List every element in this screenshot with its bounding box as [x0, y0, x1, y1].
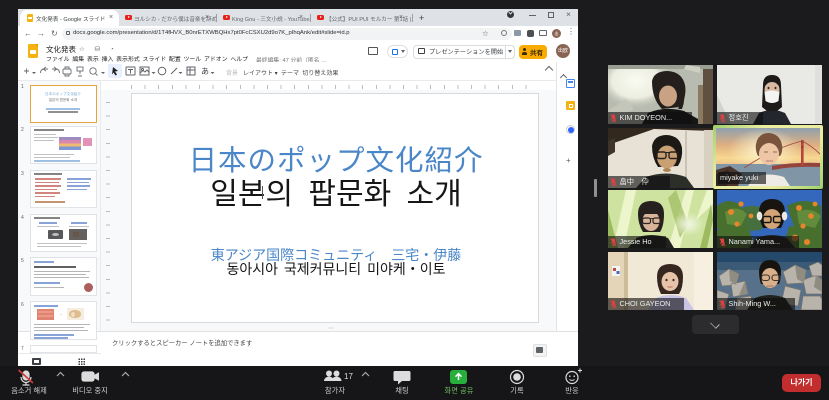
- svg-text:あ: あ: [201, 67, 209, 76]
- svg-text:17: 17: [344, 372, 353, 381]
